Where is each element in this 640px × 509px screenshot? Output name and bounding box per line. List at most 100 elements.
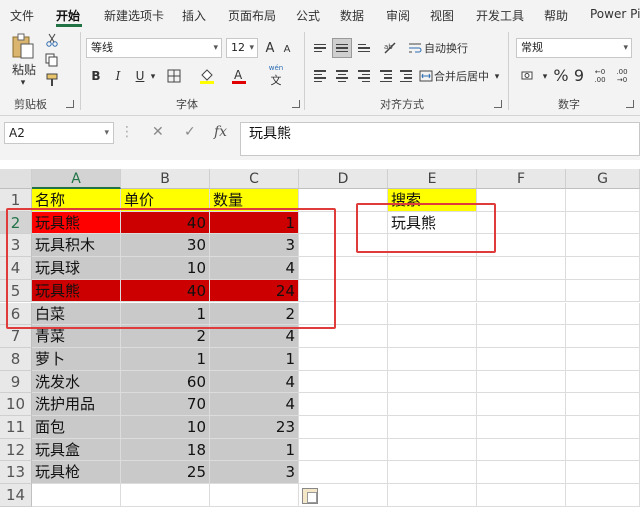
enter-icon[interactable]: ✓ <box>184 124 196 140</box>
tab-developer[interactable]: 开发工具 <box>476 7 524 24</box>
grid-cell[interactable] <box>477 484 566 507</box>
tab-insert[interactable]: 插入 <box>182 7 206 24</box>
cut-icon[interactable] <box>44 32 60 48</box>
tab-power-pivot[interactable]: Power Pi <box>590 7 640 21</box>
grid-cell[interactable] <box>566 211 640 235</box>
row-header-13[interactable]: 13 <box>0 461 32 485</box>
grid-cell[interactable] <box>299 416 388 439</box>
table-cell[interactable]: 10 <box>121 416 210 439</box>
grid-cell[interactable] <box>388 257 477 280</box>
tab-file[interactable]: 文件 <box>10 7 34 24</box>
number-format-select[interactable]: 常规 ▾ <box>516 38 632 58</box>
select-all-corner[interactable] <box>0 169 32 189</box>
align-left-icon[interactable] <box>310 66 330 86</box>
table-cell[interactable]: 18 <box>121 438 210 462</box>
column-header-c[interactable]: C <box>210 169 299 189</box>
cancel-icon[interactable]: ✕ <box>152 124 164 140</box>
grid-cell[interactable] <box>566 416 640 439</box>
formula-input[interactable]: 玩具熊 <box>240 122 640 156</box>
grid-cell[interactable] <box>388 484 477 507</box>
grid-cell[interactable] <box>477 438 566 462</box>
align-top-icon[interactable] <box>310 38 330 58</box>
grid-cell[interactable] <box>477 416 566 439</box>
grid-cell[interactable] <box>299 347 388 371</box>
align-bottom-icon[interactable] <box>354 38 374 58</box>
insert-function-button[interactable]: fx <box>214 124 227 140</box>
column-header-d[interactable]: D <box>299 169 388 189</box>
table-cell[interactable]: 洗发水 <box>32 370 121 394</box>
grid-cell[interactable] <box>566 461 640 485</box>
italic-button[interactable]: I <box>110 66 126 86</box>
row-header-14[interactable]: 14 <box>0 484 32 507</box>
decrease-decimal-icon[interactable]: .00 →0 <box>612 66 632 86</box>
grid-cell[interactable] <box>477 461 566 485</box>
grid-cell[interactable] <box>388 416 477 439</box>
increase-indent-icon[interactable] <box>396 66 416 86</box>
table-cell[interactable]: 23 <box>210 416 299 439</box>
grid-cell[interactable] <box>566 257 640 280</box>
paste-button-label[interactable]: 粘贴 <box>10 62 38 77</box>
clipboard-launcher-icon[interactable] <box>66 100 74 108</box>
comma-style-button[interactable]: 9 <box>572 64 586 86</box>
grid-cell[interactable] <box>477 370 566 394</box>
tab-new-tab[interactable]: 新建选项卡 <box>104 7 164 24</box>
underline-button[interactable]: U <box>132 66 148 86</box>
grid-cell[interactable] <box>121 484 210 507</box>
tab-home[interactable]: 开始 <box>56 7 80 24</box>
paste-dropdown-icon[interactable]: ▾ <box>16 78 30 88</box>
bold-button[interactable]: B <box>88 66 104 86</box>
grid-cell[interactable] <box>566 302 640 326</box>
grid-cell[interactable] <box>388 279 477 303</box>
align-center-icon[interactable] <box>332 66 352 86</box>
column-header-b[interactable]: B <box>121 169 210 189</box>
grid-cell[interactable] <box>566 234 640 258</box>
decrease-indent-icon[interactable] <box>376 66 396 86</box>
percent-style-button[interactable]: % <box>552 64 570 86</box>
table-cell[interactable]: 面包 <box>32 416 121 439</box>
font-color-icon[interactable]: A <box>228 66 250 86</box>
row-header-10[interactable]: 10 <box>0 393 32 416</box>
grid-cell[interactable] <box>566 189 640 212</box>
align-right-icon[interactable] <box>354 66 374 86</box>
grid-cell[interactable] <box>566 370 640 394</box>
table-cell[interactable]: 玩具盒 <box>32 438 121 462</box>
tab-formulas[interactable]: 公式 <box>296 7 320 24</box>
table-cell[interactable]: 70 <box>121 393 210 416</box>
accounting-dropdown-icon[interactable]: ▾ <box>540 68 550 86</box>
table-cell[interactable]: 25 <box>121 461 210 485</box>
tab-review[interactable]: 审阅 <box>386 7 410 24</box>
grid-cell[interactable] <box>388 370 477 394</box>
orientation-icon[interactable]: ab <box>380 38 400 58</box>
table-cell[interactable]: 洗护用品 <box>32 393 121 416</box>
merge-center-icon[interactable] <box>418 66 434 86</box>
row-header-9[interactable]: 9 <box>0 370 32 394</box>
grid-cell[interactable] <box>299 370 388 394</box>
font-launcher-icon[interactable] <box>292 100 300 108</box>
wrap-text-icon[interactable] <box>406 38 424 58</box>
grid-cell[interactable] <box>566 279 640 303</box>
grid-cell[interactable] <box>566 347 640 371</box>
grid-cell[interactable] <box>477 325 566 348</box>
grid-cell[interactable] <box>477 257 566 280</box>
format-painter-icon[interactable] <box>44 72 60 88</box>
grid-cell[interactable] <box>388 438 477 462</box>
grid-cell[interactable] <box>388 302 477 326</box>
align-middle-icon[interactable] <box>332 38 352 58</box>
paste-icon[interactable] <box>8 32 38 62</box>
row-header-12[interactable]: 12 <box>0 438 32 462</box>
grow-font-button[interactable]: A <box>262 38 278 58</box>
grid-cell[interactable] <box>477 279 566 303</box>
tab-help[interactable]: 帮助 <box>544 7 568 24</box>
grid-cell[interactable] <box>299 461 388 485</box>
column-header-f[interactable]: F <box>477 169 566 189</box>
grid-cell[interactable] <box>299 393 388 416</box>
column-header-e[interactable]: E <box>388 169 477 189</box>
grid-cell[interactable] <box>566 484 640 507</box>
number-launcher-icon[interactable] <box>626 100 634 108</box>
table-cell[interactable]: 4 <box>210 370 299 394</box>
alignment-launcher-icon[interactable] <box>494 100 502 108</box>
grid-cell[interactable] <box>32 484 121 507</box>
grid-cell[interactable] <box>566 438 640 462</box>
grid-cell[interactable] <box>388 461 477 485</box>
grid-cell[interactable] <box>566 325 640 348</box>
